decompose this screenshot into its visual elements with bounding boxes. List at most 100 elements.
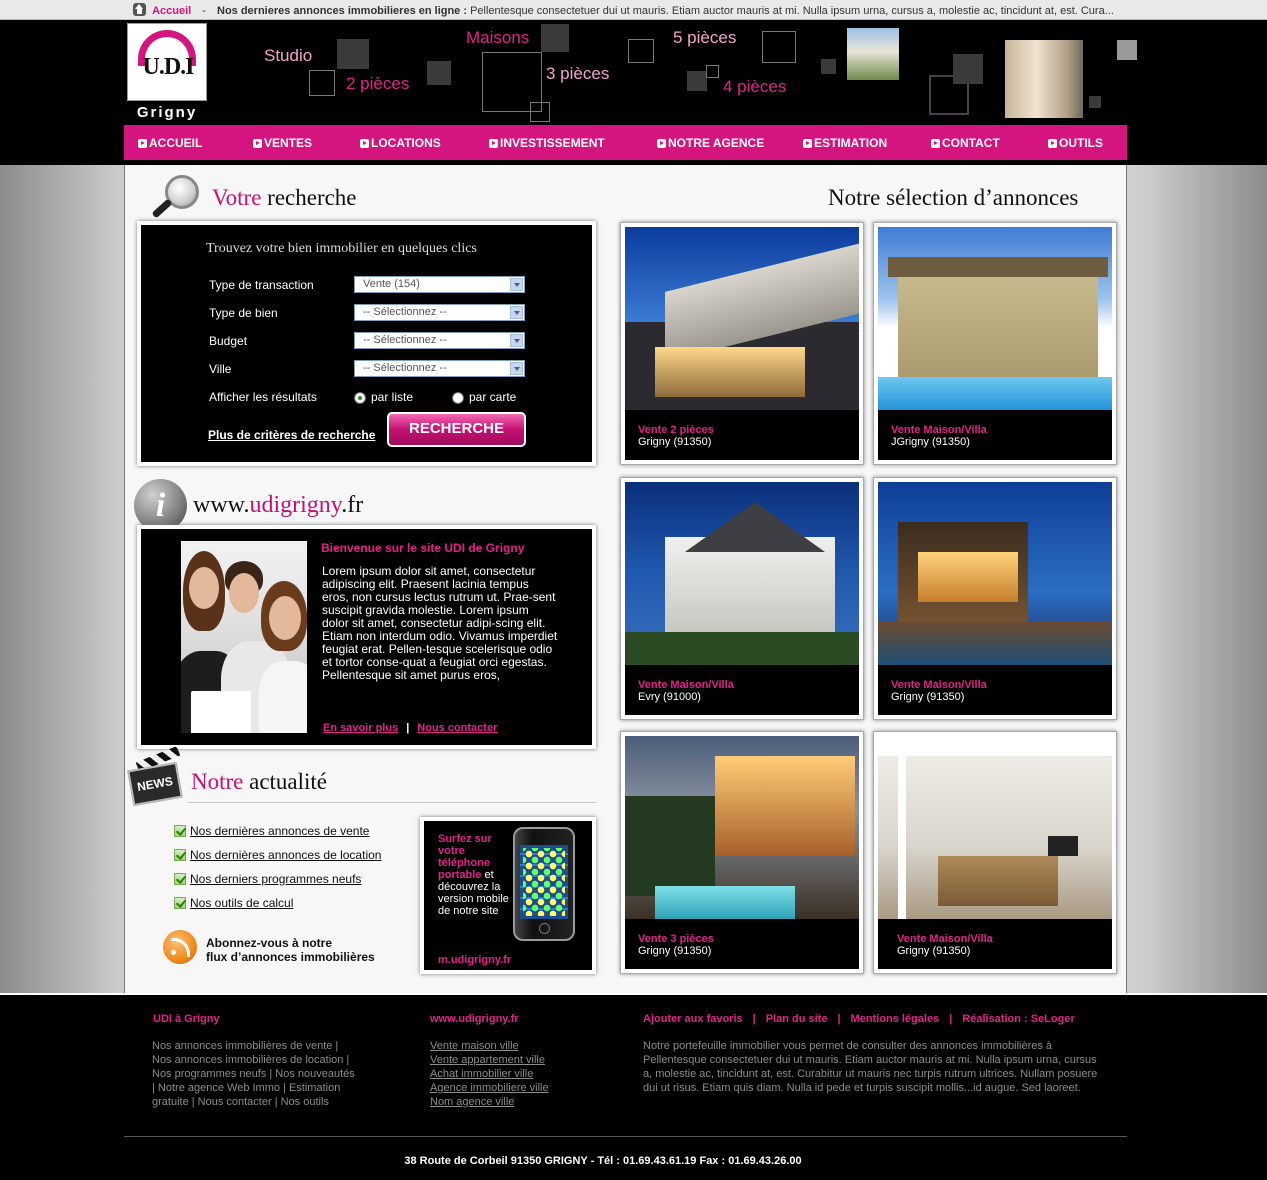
nav-estimation[interactable]: ESTIMATION: [803, 136, 887, 150]
listing-caption: Vente Maison/Villa JGrigny (91350): [878, 410, 1112, 460]
listing-type: Vente 3 pièces: [638, 933, 714, 945]
photo-shape: [259, 661, 307, 733]
footer-credits-link[interactable]: Réalisation : SeLoger: [962, 1013, 1074, 1025]
home-icon[interactable]: [133, 3, 146, 16]
select-ville[interactable]: -- Sélectionnez --: [354, 360, 525, 377]
listing-card[interactable]: Vente Maison/Villa Grigny (91350): [873, 477, 1117, 720]
nav-label: ESTIMATION: [814, 136, 888, 150]
header-word-studio: Studio: [264, 46, 313, 65]
arrow-icon: [657, 139, 666, 148]
list-item[interactable]: Nos outils de calcul: [174, 896, 293, 910]
news-link[interactable]: Nos dernières annonces de location: [190, 848, 381, 862]
rss-icon[interactable]: [163, 930, 197, 964]
main-nav: ACCUEIL VENTES LOCATIONS INVESTISSEMENT …: [124, 125, 1127, 160]
footer-top-links: Ajouter aux favoris | Plan du site | Mention…: [643, 1013, 1075, 1025]
welcome-box: Bienvenue sur le site UDI de Grigny Lore…: [137, 525, 596, 749]
nav-contact[interactable]: CONTACT: [931, 136, 1000, 150]
footer-link[interactable]: Vente appartement ville: [430, 1053, 549, 1067]
photo-shape: [878, 622, 1112, 665]
link-separator: |: [752, 1013, 756, 1025]
listing-card[interactable]: Vente Maison/Villa JGrigny (91350): [873, 222, 1117, 465]
footer-link[interactable]: Agence immobiliere ville: [430, 1081, 549, 1095]
nav-locations[interactable]: LOCATIONS: [360, 136, 441, 150]
nav-notre-agence[interactable]: NOTRE AGENCE: [657, 136, 764, 150]
phone-button: [539, 923, 550, 934]
site-title-name: udigrigny: [249, 492, 342, 518]
link-separator: |: [837, 1013, 841, 1025]
photo-shape: [898, 272, 1098, 382]
footer-link[interactable]: Achat immobilier ville: [430, 1067, 549, 1081]
header-word-maisons: Maisons: [466, 28, 530, 47]
listing-card[interactable]: Vente Maison/Villa Grigny (91350): [873, 731, 1117, 974]
header-building-photo: [847, 28, 899, 80]
news-link[interactable]: Nos derniers programmes neufs: [190, 872, 361, 886]
more-criteria-link[interactable]: Plus de critères de recherche: [208, 428, 375, 442]
listing-card[interactable]: Vente Maison/Villa Evry (91000): [620, 477, 864, 720]
footer: UDI à Grigny Nos annonces immobilières d…: [0, 993, 1267, 1180]
news-link[interactable]: Nos outils de calcul: [190, 896, 293, 910]
site-title-www: www.: [193, 492, 250, 518]
listing-photo: [878, 227, 1112, 410]
news-title-rest: actualité: [249, 769, 328, 794]
list-item[interactable]: Nos dernières annonces de vente: [174, 824, 369, 838]
mobile-promo[interactable]: Surfez sur votre téléphone portable et d…: [420, 817, 596, 974]
chevron-down-icon: [510, 362, 523, 375]
radio-par-liste[interactable]: [354, 392, 366, 404]
footer-col1-links[interactable]: Nos annonces immobilières de vente | Nos…: [152, 1039, 356, 1109]
search-title-accent: Votre: [212, 185, 262, 210]
footer-col2-links: Vente maison ville Vente appartement vil…: [430, 1039, 549, 1109]
chevron-down-icon: [510, 306, 523, 319]
nav-accueil[interactable]: ACCUEIL: [138, 136, 202, 150]
search-form: Trouvez votre bien immobilier en quelque…: [137, 221, 596, 466]
listing-caption: Vente Maison/Villa Grigny (91350): [878, 665, 1112, 715]
listing-caption: Vente 2 pièces Grigny (91350): [625, 410, 859, 460]
nav-ventes[interactable]: VENTES: [253, 136, 312, 150]
header-word-3-pieces: 3 pièces: [546, 64, 610, 83]
footer-description: Notre portefeuille immobilier vous perme…: [643, 1040, 1098, 1094]
label-transaction: Type de transaction: [209, 278, 314, 292]
news-link[interactable]: Nos dernières annonces de vente: [190, 824, 369, 838]
listing-card[interactable]: Vente 3 pièces Grigny (91350): [620, 731, 864, 974]
select-transaction[interactable]: Vente (154): [354, 276, 525, 293]
listing-caption: Vente Maison/Villa Grigny (91350): [878, 919, 1112, 969]
photo-shape: [229, 573, 259, 613]
listing-type: Vente Maison/Villa: [897, 933, 993, 945]
rss-subscribe-link[interactable]: Abonnez-vous à notre flux d’annonces imm…: [206, 936, 375, 964]
photo-shape: [715, 756, 855, 856]
footer-link[interactable]: Vente maison ville: [430, 1039, 549, 1053]
list-item[interactable]: Nos derniers programmes neufs: [174, 872, 361, 886]
learn-more-link[interactable]: En savoir plus: [323, 722, 398, 734]
photo-shape: [878, 736, 1112, 756]
search-button[interactable]: RECHERCHE: [387, 412, 526, 447]
listing-type: Vente Maison/Villa: [891, 679, 987, 691]
footer-legal-link[interactable]: Mentions légales: [851, 1013, 940, 1025]
select-budget[interactable]: -- Sélectionnez --: [354, 332, 525, 349]
photo-shape: [189, 567, 219, 609]
label-budget: Budget: [209, 334, 248, 348]
footer-divider: [124, 1136, 1127, 1137]
footer-sitemap-link[interactable]: Plan du site: [766, 1013, 828, 1025]
list-item[interactable]: Nos dernières annonces de location: [174, 848, 381, 862]
footer-favorites-link[interactable]: Ajouter aux favoris: [643, 1013, 743, 1025]
topbar-home-link[interactable]: Accueil: [152, 5, 191, 17]
logo-city: Grigny: [136, 104, 198, 121]
deco-square: [687, 71, 707, 91]
radio-par-carte[interactable]: [452, 392, 464, 404]
nav-outils[interactable]: OUTILS: [1048, 136, 1103, 150]
footer-link[interactable]: Nom agence ville: [430, 1095, 549, 1109]
arrow-icon: [1048, 139, 1057, 148]
select-type-bien[interactable]: -- Sélectionnez --: [354, 304, 525, 321]
listing-card[interactable]: Vente 2 pièces Grigny (91350): [620, 222, 864, 465]
arrow-icon: [931, 139, 940, 148]
photo-shape: [938, 856, 1058, 906]
nav-label: OUTILS: [1059, 136, 1103, 150]
mobile-url-link[interactable]: m.udigrigny.fr: [438, 954, 511, 966]
arrow-icon: [489, 139, 498, 148]
deco-square: [628, 39, 654, 63]
photo-shape: [625, 796, 715, 896]
check-icon: [174, 825, 186, 837]
nav-investissement[interactable]: INVESTISSEMENT: [489, 136, 605, 150]
site-logo[interactable]: U.D.I Grigny: [127, 23, 207, 123]
contact-link[interactable]: Nous contacter: [417, 722, 497, 734]
photo-shape: [625, 632, 859, 665]
